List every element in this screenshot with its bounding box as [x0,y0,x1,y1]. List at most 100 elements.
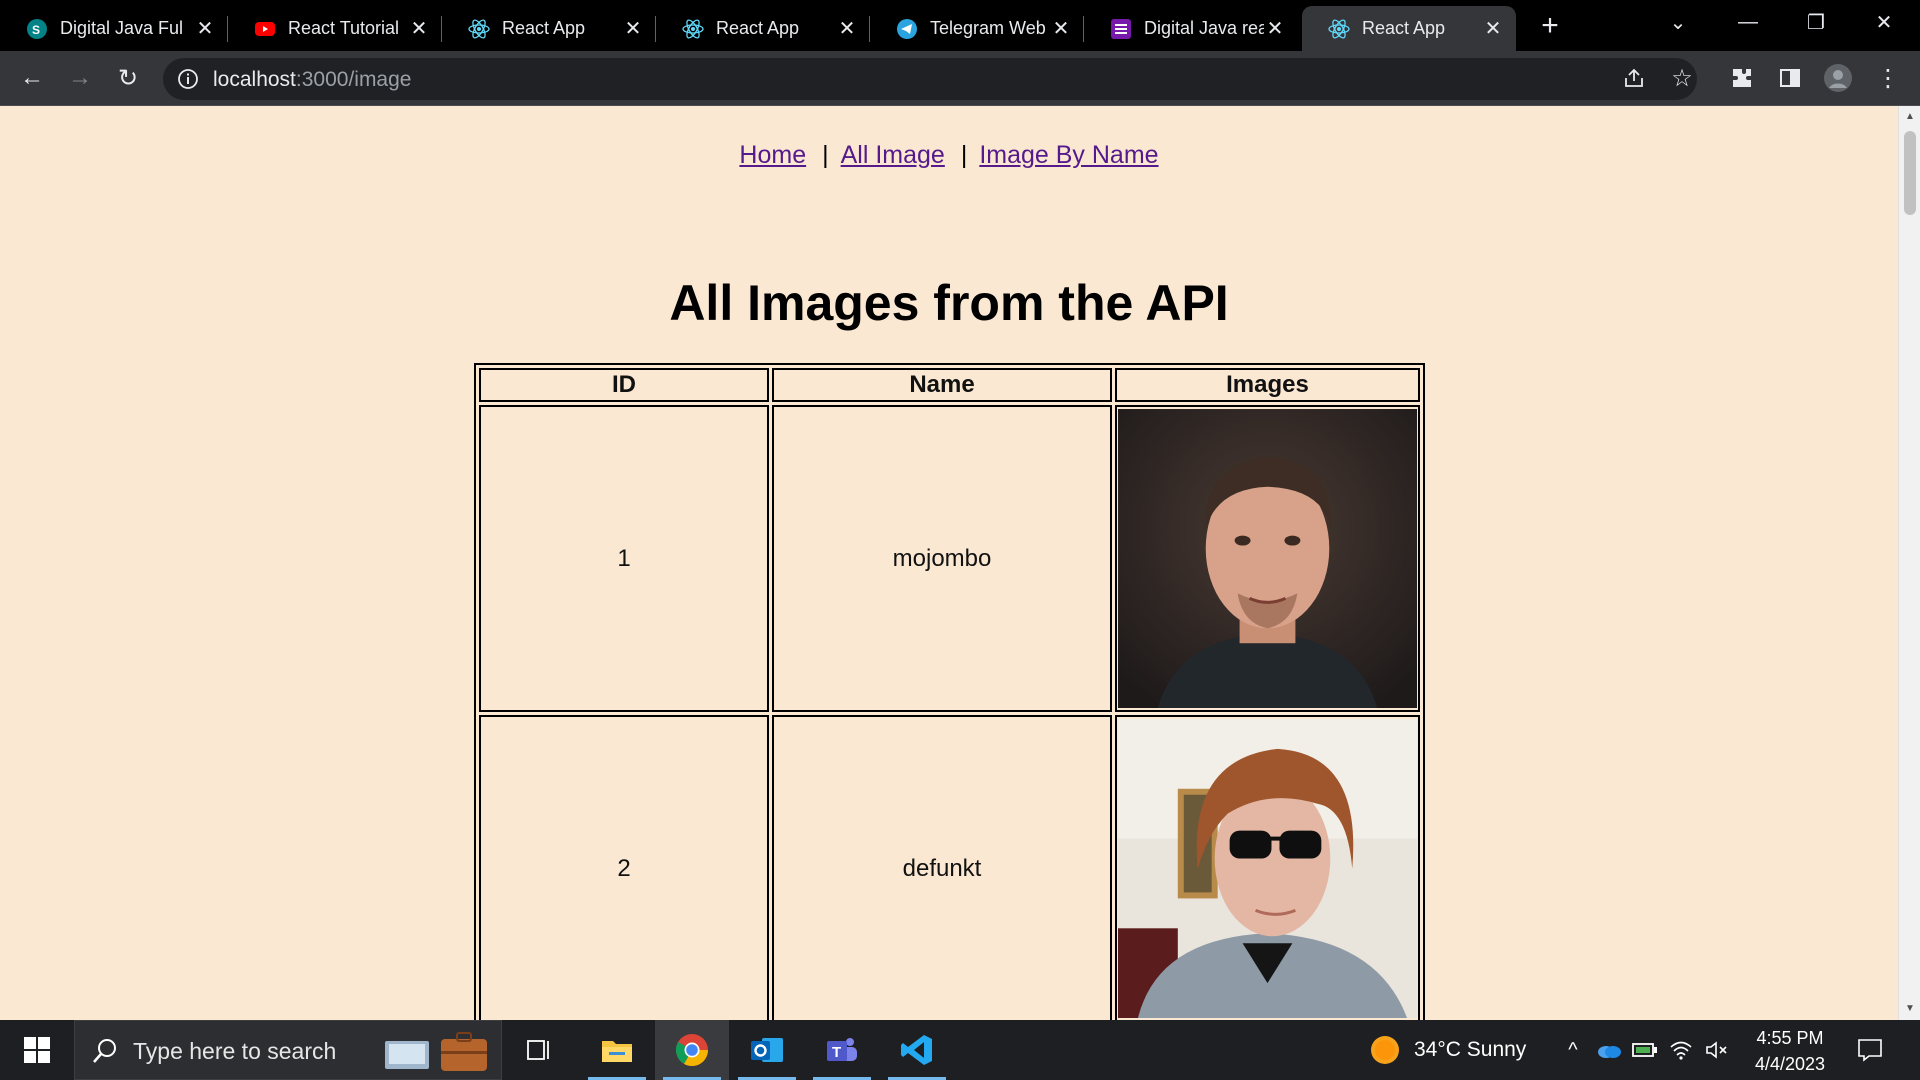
share-icon[interactable] [1616,60,1652,96]
page-title: All Images from the API [669,275,1229,331]
table-header-row: ID Name Images [479,368,1420,402]
tab-1[interactable]: S Digital Java Ful ✕ [0,6,228,51]
tab-2[interactable]: React Tutorial ✕ [228,6,442,51]
weather-text[interactable]: 34°C Sunny [1414,1038,1526,1062]
info-icon[interactable] [177,68,199,90]
back-icon[interactable]: ← [14,60,50,96]
react-icon [1328,18,1350,40]
table-row: 2 defunkt [479,715,1420,1020]
column-header-name: Name [772,368,1112,402]
weather-sun-icon[interactable] [1360,1020,1410,1080]
new-tab-button[interactable]: + [1530,8,1570,44]
cell-id: 2 [479,715,769,1020]
nav-link-home[interactable]: Home [739,141,806,169]
close-icon[interactable]: ✕ [1050,18,1072,40]
top-nav: Home | All Image | Image By Name [0,141,1898,170]
youtube-icon [254,18,276,40]
restore-icon[interactable]: ❐ [1784,0,1848,44]
search-icon [93,1039,116,1063]
page-scrollbar[interactable]: ▲ ▼ [1898,106,1920,1020]
close-window-icon[interactable]: ✕ [1852,0,1916,44]
react-icon [468,18,490,40]
cell-image [1115,405,1420,712]
task-view-icon[interactable] [502,1020,576,1080]
close-icon[interactable]: ✕ [194,18,216,40]
tab-title: React App [1362,18,1446,38]
scrollbar-thumb[interactable] [1904,131,1916,215]
nav-link-image-by-name[interactable]: Image By Name [979,141,1158,169]
reload-icon[interactable]: ↻ [110,60,146,96]
sharepoint-icon: S [26,18,48,40]
tab-title: Digital Java Ful [60,18,184,38]
windows-logo-icon [24,1037,50,1063]
wifi-icon[interactable] [1664,1020,1698,1080]
file-explorer-icon[interactable] [580,1020,654,1080]
chrome-icon[interactable] [655,1020,729,1080]
profile-avatar[interactable] [1820,60,1856,96]
column-header-id: ID [479,368,769,402]
forward-icon[interactable]: → [62,60,98,96]
svg-text:S: S [32,23,40,37]
onedrive-icon[interactable] [1592,1020,1626,1080]
search-highlight-illustration-icon [385,1032,487,1071]
tab-4[interactable]: React App ✕ [656,6,870,51]
close-icon[interactable]: ✕ [1482,18,1504,40]
tab-title: React App [502,18,586,38]
address-bar[interactable]: localhost:3000/image [163,58,1697,100]
chevron-up-icon[interactable]: ^ [1556,1020,1590,1080]
portrait-photo [1118,409,1417,708]
react-icon [682,18,704,40]
svg-text:T: T [832,1044,841,1061]
bookmark-star-icon[interactable]: ☆ [1664,60,1700,96]
tab-title: React App [716,18,800,38]
teams-icon[interactable]: T [805,1020,879,1080]
images-table: ID Name Images 1 mojombo 2 defunkt [474,363,1425,1020]
menu-kebab-icon[interactable]: ⋮ [1870,60,1906,96]
table-row: 1 mojombo [479,405,1420,712]
column-header-images: Images [1115,368,1420,402]
minimize-icon[interactable]: — [1716,0,1780,44]
vscode-icon[interactable] [880,1020,954,1080]
battery-icon[interactable] [1628,1020,1662,1080]
close-icon[interactable]: ✕ [836,18,858,40]
close-icon[interactable]: ✕ [622,18,644,40]
tab-strip: S Digital Java Ful ✕ React Tutorial ✕ Re… [0,0,1920,51]
outlook-icon[interactable] [730,1020,804,1080]
cell-image [1115,715,1420,1020]
url-text: localhost:3000/image [213,68,412,91]
tab-title: Digital Java rea [1144,18,1264,38]
telegram-icon [896,18,918,40]
tab-title: Telegram Web [930,18,1046,38]
cell-id: 1 [479,405,769,712]
browser-toolbar: ← → ↻ localhost:3000/image ☆ ⋮ [0,51,1920,106]
close-icon[interactable]: ✕ [1264,18,1286,40]
tab-5[interactable]: Telegram Web ✕ [870,6,1084,51]
windows-taskbar: Type here to search T 34°C Sunny ^ 4:55 … [0,1020,1920,1080]
tab-title: React Tutorial [288,18,400,38]
start-button[interactable] [0,1020,74,1080]
taskbar-search[interactable]: Type here to search [74,1020,502,1080]
nav-link-all-image[interactable]: All Image [841,141,945,169]
volume-muted-icon[interactable] [1700,1020,1734,1080]
close-icon[interactable]: ✕ [408,18,430,40]
nav-separator: | [960,141,968,169]
scroll-down-arrow-icon[interactable]: ▼ [1904,1003,1916,1015]
clock-time: 4:55 PM [1756,1028,1824,1048]
side-panel-icon[interactable] [1772,60,1808,96]
onenote-icon [1110,18,1132,40]
extensions-icon[interactable] [1724,60,1760,96]
nav-separator: | [822,141,829,169]
scroll-up-arrow-icon[interactable]: ▲ [1904,111,1916,123]
tab-7-active[interactable]: React App ✕ [1302,6,1516,51]
tab-search-icon[interactable]: ⌄ [1646,0,1710,44]
page-viewport: Home | All Image | Image By Name All Images … [0,106,1898,1020]
portrait-photo-sunglasses [1118,719,1417,1018]
notifications-icon[interactable] [1840,1020,1900,1080]
cell-name: defunkt [772,715,1112,1020]
search-placeholder: Type here to search [133,1038,337,1064]
cell-name: mojombo [772,405,1112,712]
clock-date: 4/4/2023 [1754,1054,1826,1074]
tab-6[interactable]: Digital Java rea ✕ [1084,6,1298,51]
system-clock[interactable]: 4:55 PM 4/4/2023 [1745,1025,1835,1077]
tab-3[interactable]: React App ✕ [442,6,656,51]
